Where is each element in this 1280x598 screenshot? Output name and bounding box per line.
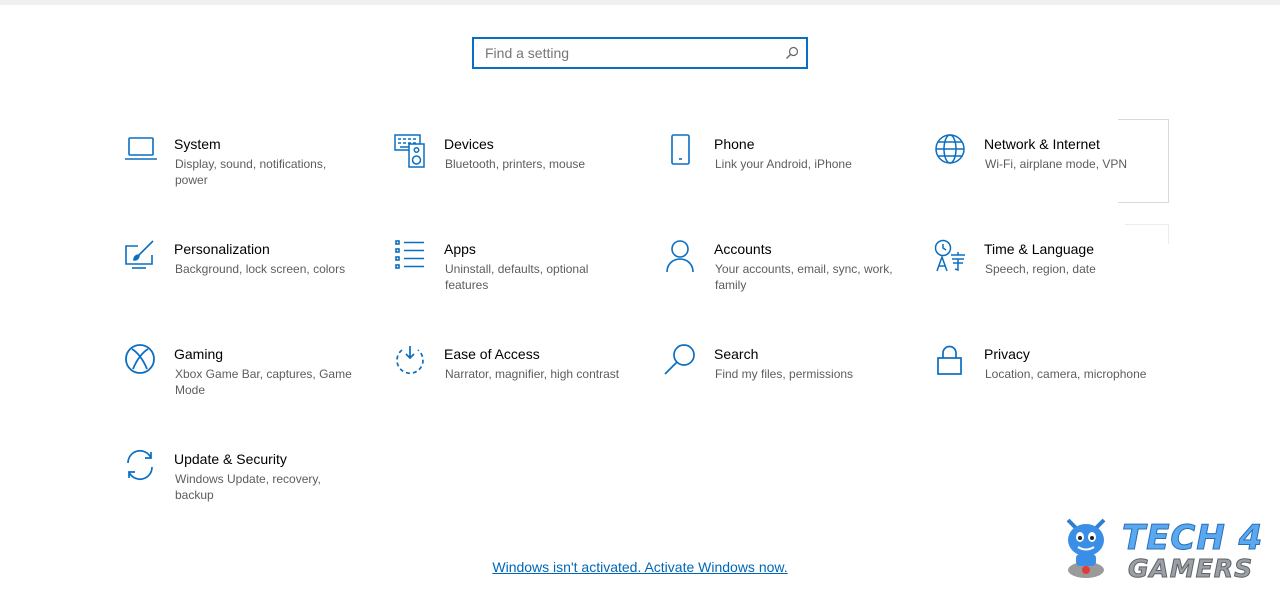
globe-icon xyxy=(934,134,968,168)
laptop-icon xyxy=(124,134,158,168)
tile-phone[interactable]: Phone Link your Android, iPhone xyxy=(664,134,914,214)
tile-description: Location, camera, microphone xyxy=(985,367,1147,381)
watermark-text-tech4: TECH 4 xyxy=(1121,518,1264,559)
tile-title: Phone xyxy=(714,136,755,152)
tile-accounts[interactable]: Accounts Your accounts, email, sync, wor… xyxy=(664,239,914,319)
tile-ease-of-access[interactable]: Ease of Access Narrator, magnifier, high… xyxy=(394,344,644,424)
tile-gaming[interactable]: Gaming Xbox Game Bar, captures, Game Mod… xyxy=(124,344,374,424)
tile-description: Background, lock screen, colors xyxy=(175,262,346,276)
tile-search[interactable]: Search Find my files, permissions xyxy=(664,344,914,424)
tile-title: Search xyxy=(714,346,759,362)
tile-title: Ease of Access xyxy=(444,346,540,362)
tile-devices[interactable]: Devices Bluetooth, printers, mouse xyxy=(394,134,644,214)
tile-privacy[interactable]: Privacy Location, camera, microphone xyxy=(934,344,1184,424)
tile-title: Update & Security xyxy=(174,451,287,467)
tile-title: Privacy xyxy=(984,346,1030,362)
title-bar-strip xyxy=(0,0,1280,5)
tile-update-security[interactable]: Update & Security Windows Update, recove… xyxy=(124,449,374,529)
search-input[interactable] xyxy=(474,39,785,67)
paint-brush-icon xyxy=(124,239,158,273)
sync-arrows-icon xyxy=(124,449,158,483)
tile-description: Display, sound, notifications, power xyxy=(175,157,327,187)
tile-title: Personalization xyxy=(174,241,270,257)
tile-description: Find my files, permissions xyxy=(715,367,854,381)
search-icon[interactable] xyxy=(785,46,799,60)
tile-description: Speech, region, date xyxy=(985,262,1096,276)
mascot-icon xyxy=(1066,518,1106,578)
tile-network-internet[interactable]: Network & Internet Wi-Fi, airplane mode,… xyxy=(934,134,1184,214)
watermark-text-gamers: GAMERS xyxy=(1127,554,1254,584)
keyboard-speaker-icon xyxy=(394,134,428,168)
tile-description: Link your Android, iPhone xyxy=(715,157,852,171)
lock-icon xyxy=(934,344,968,378)
tile-time-language[interactable]: Time & Language Speech, region, date xyxy=(934,239,1184,319)
tile-title: Time & Language xyxy=(984,241,1094,257)
magnifier-icon xyxy=(664,344,698,378)
person-icon xyxy=(664,239,698,273)
tile-title: Network & Internet xyxy=(984,136,1100,152)
xbox-icon xyxy=(124,344,158,378)
apps-list-icon xyxy=(394,239,428,273)
tile-description: Xbox Game Bar, captures, Game Mode xyxy=(175,367,352,397)
tile-description: Your accounts, email, sync, work, family xyxy=(715,262,893,292)
ease-of-access-icon xyxy=(394,344,428,378)
tile-title: Gaming xyxy=(174,346,224,362)
tile-description: Windows Update, recovery, backup xyxy=(175,472,321,502)
tile-description: Bluetooth, printers, mouse xyxy=(445,157,586,171)
search-box[interactable] xyxy=(472,37,808,69)
time-language-icon xyxy=(934,239,968,273)
tile-description: Narrator, magnifier, high contrast xyxy=(445,367,620,381)
tile-apps[interactable]: Apps Uninstall, defaults, optional featu… xyxy=(394,239,644,319)
tile-description: Wi-Fi, airplane mode, VPN xyxy=(985,157,1128,171)
watermark-logo: TECH 4 GAMERS xyxy=(1058,512,1273,584)
tile-title: Accounts xyxy=(714,241,772,257)
tile-title: System xyxy=(174,136,221,152)
tile-title: Apps xyxy=(444,241,476,257)
phone-icon xyxy=(664,134,698,168)
tile-system[interactable]: System Display, sound, notifications, po… xyxy=(124,134,374,214)
tile-personalization[interactable]: Personalization Background, lock screen,… xyxy=(124,239,374,319)
tile-title: Devices xyxy=(444,136,494,152)
tile-description: Uninstall, defaults, optional features xyxy=(445,262,589,292)
